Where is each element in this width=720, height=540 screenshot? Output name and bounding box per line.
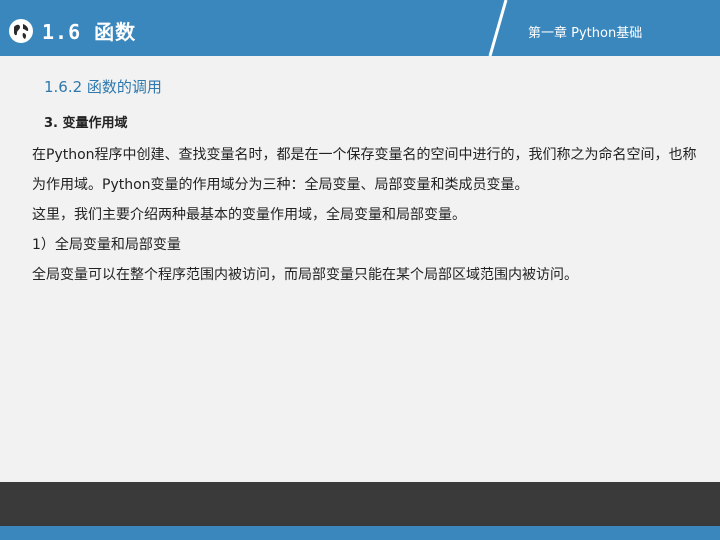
paragraph-list-heading: 1）全局变量和局部变量 — [32, 237, 181, 253]
topic-heading: 3. 变量作用域 — [44, 116, 128, 131]
subsection-heading: 1.6.2 函数的调用 — [44, 78, 162, 96]
paragraph-global-local: 全局变量可以在整个程序范围内被访问，而局部变量只能在某个局部区域范围内被访问。 — [32, 267, 578, 283]
paragraph-two-scopes: 这里，我们主要介绍两种最基本的变量作用域，全局变量和局部变量。 — [32, 207, 466, 223]
globe-icon — [9, 19, 33, 43]
paragraph-scope-intro: 在Python程序中创建、查找变量名时，都是在一个保存变量名的空间中进行的，我们… — [32, 147, 697, 193]
header-divider — [486, 0, 530, 56]
body-text: 在Python程序中创建、查找变量名时，都是在一个保存变量名的空间中进行的，我们… — [32, 140, 702, 290]
footer-dark-bar — [0, 482, 720, 526]
chapter-label: 第一章 Python基础 — [528, 26, 643, 41]
section-title: 1.6 函数 — [42, 20, 137, 44]
footer-blue-bar — [0, 526, 720, 540]
